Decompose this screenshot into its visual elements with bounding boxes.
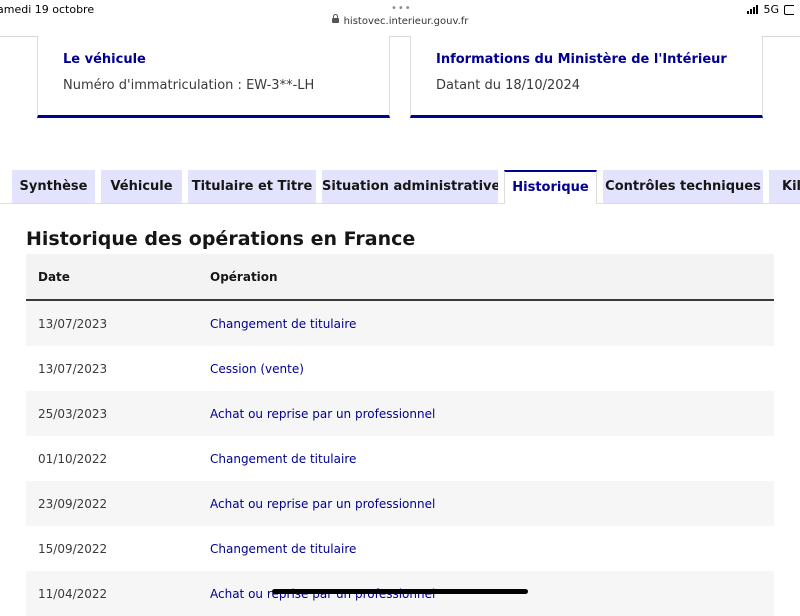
tab-titulaire-titre[interactable]: Titulaire et Titre — [188, 170, 316, 203]
column-header-date: Date — [38, 269, 70, 284]
history-title: Historique des opérations en France — [26, 228, 416, 250]
tab-synthese[interactable]: Synthèse — [12, 170, 95, 203]
row-date: 15/09/2022 — [38, 541, 108, 556]
row-date: 01/10/2022 — [38, 451, 108, 466]
battery-icon — [784, 4, 794, 15]
row-date: 13/07/2023 — [38, 316, 108, 331]
tab-list: Synthèse Véhicule Titulaire et Titre Sit… — [0, 170, 800, 204]
table-row: 23/09/2022 Achat ou reprise par un profe… — [26, 481, 774, 526]
vehicle-card: Le véhicule Numéro d'immatriculation : E… — [37, 36, 390, 118]
tab-historique[interactable]: Historique — [504, 170, 597, 204]
history-table: Date Opération 13/07/2023 Changement de … — [26, 254, 774, 616]
table-body: 13/07/2023 Changement de titulaire 13/07… — [26, 301, 774, 616]
table-header: Date Opération — [26, 254, 774, 301]
row-date: 13/07/2023 — [38, 361, 108, 376]
ministry-date: Datant du 18/10/2024 — [436, 78, 581, 93]
tab-vehicule[interactable]: Véhicule — [101, 170, 182, 203]
address-url[interactable]: histovec.interieur.gouv.fr — [344, 16, 469, 27]
row-operation: Achat ou reprise par un professionnel — [210, 406, 436, 421]
ministry-card: Informations du Ministère de l'Intérieur… — [410, 36, 763, 118]
row-date: 25/03/2023 — [38, 406, 108, 421]
lock-icon — [331, 14, 339, 23]
row-operation: Changement de titulaire — [210, 541, 357, 556]
table-row: 15/09/2022 Changement de titulaire — [26, 526, 774, 571]
more-options-icon[interactable]: ••• — [391, 3, 412, 14]
row-operation: Cession (vente) — [210, 361, 304, 376]
vehicle-plate: Numéro d'immatriculation : EW-3**-LH — [63, 78, 315, 93]
network-label: 5G — [763, 3, 779, 16]
table-row: 13/07/2023 Changement de titulaire — [26, 301, 774, 346]
status-date: amedi 19 octobre — [0, 3, 95, 16]
tab-situation-administrative[interactable]: Situation administrative — [322, 170, 498, 203]
tab-kilometrage[interactable]: Kilométrage — [769, 170, 800, 203]
signal-icon — [747, 5, 759, 14]
ministry-card-title: Informations du Ministère de l'Intérieur — [436, 52, 727, 67]
browser-status-bar: amedi 19 octobre ••• histovec.interieur.… — [0, 0, 800, 37]
address-bar[interactable]: histovec.interieur.gouv.fr — [0, 14, 800, 27]
vehicle-card-title: Le véhicule — [63, 52, 146, 67]
tab-controles-techniques[interactable]: Contrôles techniques — [603, 170, 763, 203]
table-row: 25/03/2023 Achat ou reprise par un profe… — [26, 391, 774, 436]
row-operation: Changement de titulaire — [210, 451, 357, 466]
row-operation: Changement de titulaire — [210, 316, 357, 331]
home-indicator[interactable] — [272, 589, 528, 594]
row-date: 23/09/2022 — [38, 496, 108, 511]
status-indicators: 5G — [747, 3, 794, 16]
row-operation: Achat ou reprise par un professionnel — [210, 496, 436, 511]
row-date: 11/04/2022 — [38, 586, 108, 601]
table-row: 01/10/2022 Changement de titulaire — [26, 436, 774, 481]
table-row: 13/07/2023 Cession (vente) — [26, 346, 774, 391]
column-header-operation: Opération — [210, 269, 278, 284]
